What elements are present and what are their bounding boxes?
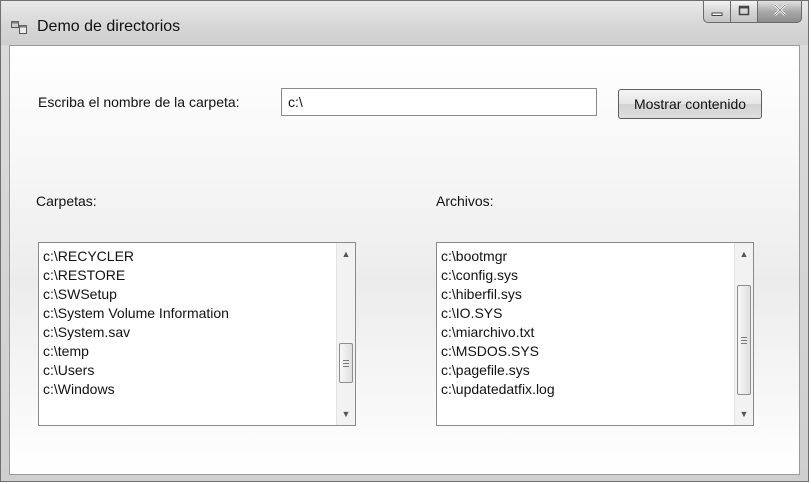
- maximize-icon: [738, 3, 750, 21]
- title-bar[interactable]: Demo de directorios: [1, 1, 808, 45]
- folder-name-label: Escriba el nombre de la carpeta:: [38, 94, 240, 110]
- list-item[interactable]: c:\miarchivo.txt: [441, 323, 733, 342]
- folders-listbox[interactable]: c:\RECYCLER c:\RESTORE c:\SWSetup c:\System…: [38, 242, 356, 426]
- grip-icon: [343, 359, 349, 367]
- list-item[interactable]: c:\hiberfil.sys: [441, 285, 733, 304]
- list-item[interactable]: c:\RESTORE: [43, 266, 335, 285]
- main-window: Demo de directorios Escriba el nombre de…: [0, 0, 809, 482]
- scroll-up-arrow-icon[interactable]: ▲: [337, 245, 355, 263]
- scroll-down-arrow-icon[interactable]: ▼: [735, 405, 753, 423]
- window-controls: [703, 1, 802, 25]
- files-scrollbar[interactable]: ▲ ▼: [734, 243, 753, 425]
- list-item[interactable]: c:\temp: [43, 342, 335, 361]
- folders-label: Carpetas:: [36, 193, 97, 209]
- files-listbox[interactable]: c:\bootmgr c:\config.sys c:\hiberfil.sys c:…: [436, 242, 754, 426]
- list-item[interactable]: c:\System Volume Information: [43, 304, 335, 323]
- folders-scrollbar[interactable]: ▲ ▼: [336, 243, 355, 425]
- list-item[interactable]: c:\Users: [43, 361, 335, 380]
- list-item[interactable]: c:\System.sav: [43, 323, 335, 342]
- files-label: Archivos:: [436, 193, 494, 209]
- minimize-button[interactable]: [703, 1, 731, 23]
- files-list: c:\bootmgr c:\config.sys c:\hiberfil.sys c:…: [437, 243, 733, 425]
- list-item[interactable]: c:\bootmgr: [441, 247, 733, 266]
- folders-list: c:\RECYCLER c:\RESTORE c:\SWSetup c:\System…: [39, 243, 335, 425]
- list-item[interactable]: c:\updatedatfix.log: [441, 380, 733, 399]
- folders-scroll-thumb[interactable]: [339, 343, 353, 383]
- form-client-area: Escriba el nombre de la carpeta: Mostrar…: [9, 45, 800, 475]
- list-item[interactable]: c:\Windows: [43, 380, 335, 399]
- list-item[interactable]: c:\pagefile.sys: [441, 361, 733, 380]
- window-title: Demo de directorios: [37, 18, 181, 35]
- list-item[interactable]: c:\config.sys: [441, 266, 733, 285]
- folder-name-input[interactable]: [281, 88, 597, 116]
- scroll-down-arrow-icon[interactable]: ▼: [337, 405, 355, 423]
- close-button[interactable]: [758, 1, 802, 23]
- scroll-up-arrow-icon[interactable]: ▲: [735, 245, 753, 263]
- grip-icon: [741, 336, 747, 344]
- form-window-icon: [11, 21, 27, 35]
- show-contents-button[interactable]: Mostrar contenido: [618, 89, 762, 119]
- files-scroll-thumb[interactable]: [737, 285, 751, 395]
- list-item[interactable]: c:\RECYCLER: [43, 247, 335, 266]
- maximize-button[interactable]: [731, 1, 758, 23]
- minimize-icon: [711, 3, 723, 21]
- close-icon: [773, 3, 787, 21]
- list-item[interactable]: c:\MSDOS.SYS: [441, 342, 733, 361]
- list-item[interactable]: c:\IO.SYS: [441, 304, 733, 323]
- list-item[interactable]: c:\SWSetup: [43, 285, 335, 304]
